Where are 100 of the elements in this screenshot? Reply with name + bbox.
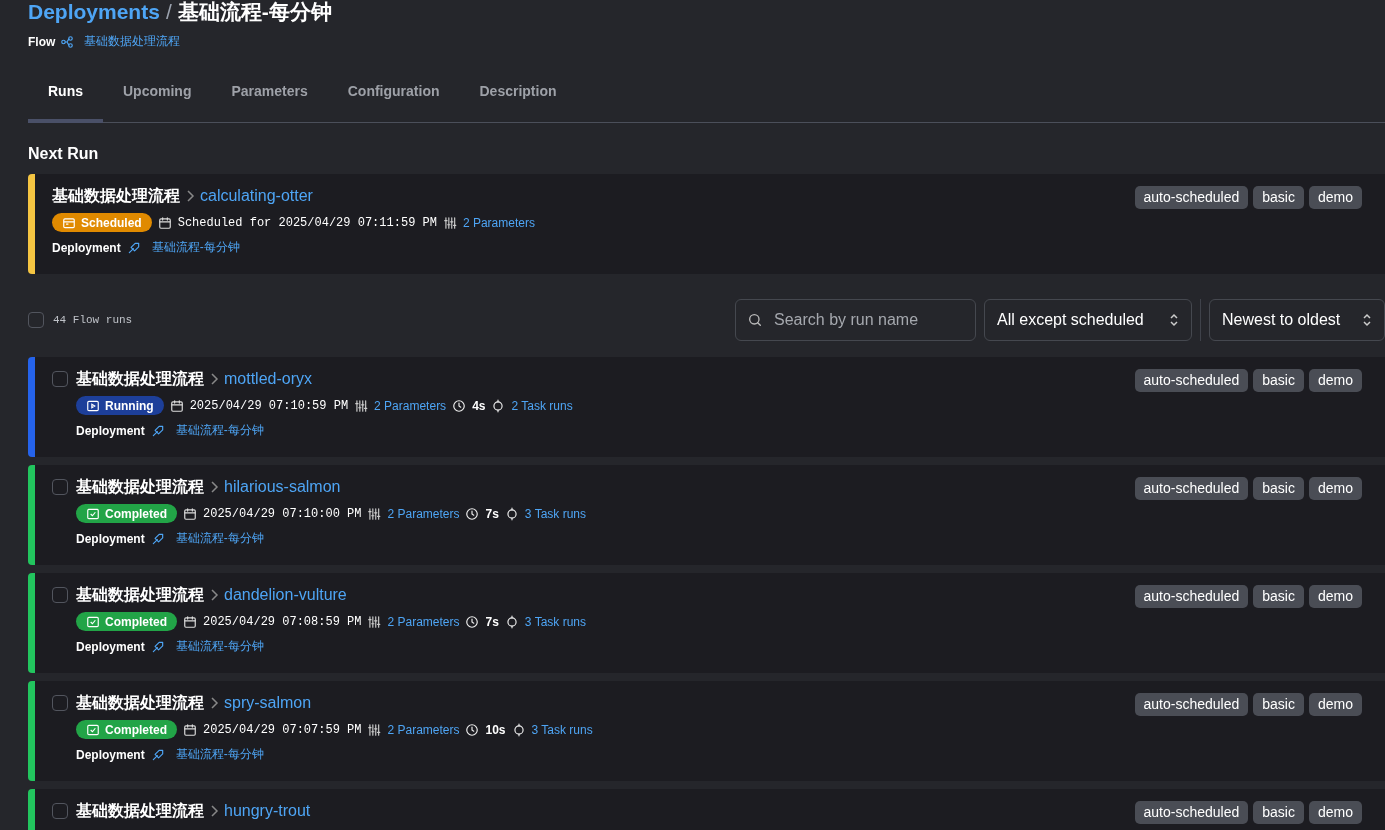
clock-icon — [452, 398, 467, 413]
chevron-icon — [208, 588, 220, 602]
clock-icon — [465, 506, 480, 521]
parameters-link[interactable]: 2 Parameters — [374, 398, 447, 413]
run-name-link[interactable]: calculating-otter — [200, 187, 313, 205]
tag: auto-scheduled — [1134, 369, 1249, 392]
tag: basic — [1253, 801, 1304, 824]
run-name-link[interactable]: mottled-oryx — [224, 370, 313, 388]
deployment-label: Deployment — [76, 639, 145, 654]
flow-name: 基础数据处理流程 — [52, 185, 180, 206]
flow-link[interactable]: 基础数据处理流程 — [84, 33, 181, 50]
run-time: 2025/04/29 07:08:59 PM — [203, 614, 362, 629]
run-name-link[interactable]: hungry-trout — [224, 802, 311, 820]
tag: auto-scheduled — [1134, 585, 1249, 608]
calendar-icon — [183, 722, 197, 737]
state-badge: Completed — [76, 504, 177, 523]
calendar-icon — [157, 215, 172, 230]
section-heading: Next Run — [28, 145, 100, 163]
deployment-link[interactable]: 基础流程-每分钟 — [175, 530, 264, 547]
sliders-icon — [442, 215, 457, 230]
task-runs-link[interactable]: 3 Task runs — [524, 614, 586, 629]
tag: demo — [1308, 693, 1362, 716]
checkbox[interactable] — [52, 803, 68, 819]
duration: 10s — [485, 722, 506, 737]
select-all-checkbox[interactable] — [28, 312, 44, 328]
tag: basic — [1253, 369, 1304, 392]
deployment-link[interactable]: 基础流程-每分钟 — [175, 746, 264, 763]
run-time: 2025/04/29 07:07:59 PM — [203, 722, 362, 737]
deployment-label: Deployment — [76, 423, 145, 438]
tag: demo — [1308, 186, 1362, 209]
tag: auto-scheduled — [1134, 477, 1249, 500]
sliders-icon — [367, 506, 382, 521]
deployment-label: Deployment — [76, 747, 145, 762]
parameters-link[interactable]: 2 Parameters — [462, 215, 535, 230]
tab[interactable]: Upcoming — [103, 75, 212, 123]
check-icon — [86, 614, 100, 629]
breadcrumb-separator: / — [165, 0, 172, 24]
task-runs-link[interactable]: 3 Task runs — [524, 506, 586, 521]
parameters-link[interactable]: 2 Parameters — [387, 614, 460, 629]
deployment-link[interactable]: 基础流程-每分钟 — [175, 422, 264, 439]
duration: 7s — [485, 506, 499, 521]
run-time: 2025/04/29 07:10:59 PM — [189, 398, 349, 413]
checkbox[interactable] — [52, 695, 68, 711]
tag: basic — [1253, 693, 1304, 716]
tag: auto-scheduled — [1134, 801, 1249, 824]
parameters-link[interactable]: 2 Parameters — [387, 506, 460, 521]
deployment-label: Deployment — [52, 240, 121, 255]
search-field[interactable]: Search by run name — [735, 299, 976, 341]
tag: basic — [1253, 186, 1304, 209]
flow-label: Flow — [28, 34, 56, 49]
sort-select[interactable]: Newest to oldest — [1209, 299, 1385, 341]
task-icon — [504, 614, 519, 629]
updown-icon — [1169, 313, 1179, 327]
tab[interactable]: Configuration — [327, 75, 460, 123]
task-icon — [491, 398, 506, 413]
chevron-icon — [208, 372, 220, 386]
schedule-icon — [62, 215, 76, 230]
check-icon — [86, 506, 100, 521]
tag: auto-scheduled — [1134, 186, 1249, 209]
run-name-link[interactable]: hilarious-salmon — [224, 478, 341, 496]
tag: demo — [1308, 585, 1362, 608]
flow-name: 基础数据处理流程 — [76, 476, 204, 497]
duration: 7s — [485, 614, 499, 629]
state-badge: Scheduled — [52, 213, 152, 232]
checkbox[interactable] — [52, 371, 68, 387]
task-icon — [504, 506, 519, 521]
updown-icon — [1362, 313, 1372, 327]
checkbox[interactable] — [52, 479, 68, 495]
chevron-icon — [208, 696, 220, 710]
search-icon — [747, 312, 763, 328]
tag: basic — [1253, 585, 1304, 608]
run-name-link[interactable]: spry-salmon — [224, 694, 312, 712]
deployment-link[interactable]: 基础流程-每分钟 — [175, 638, 264, 655]
task-runs-link[interactable]: 3 Task runs — [531, 722, 593, 737]
chevron-icon — [208, 480, 220, 494]
state-filter-select[interactable]: All except scheduled — [984, 299, 1192, 341]
tab[interactable]: Description — [459, 75, 577, 123]
task-icon — [511, 722, 526, 737]
duration: 4s — [472, 398, 486, 413]
clock-icon — [465, 614, 480, 629]
task-runs-link[interactable]: 2 Task runs — [511, 398, 573, 413]
tag: auto-scheduled — [1134, 693, 1249, 716]
state-badge: Completed — [76, 612, 177, 631]
sliders-icon — [367, 722, 382, 737]
checkbox[interactable] — [52, 587, 68, 603]
tab[interactable]: Parameters — [211, 75, 328, 123]
clock-icon — [465, 722, 480, 737]
deployment-link[interactable]: 基础流程-每分钟 — [151, 239, 240, 256]
deployments-link[interactable]: Deployments — [28, 0, 160, 24]
flow-name: 基础数据处理流程 — [76, 800, 204, 821]
sliders-icon — [354, 398, 369, 413]
tab[interactable]: Runs — [28, 75, 103, 123]
run-name-link[interactable]: dandelion-vulture — [224, 586, 347, 604]
tag: basic — [1253, 477, 1304, 500]
page-title: 基础流程-每分钟 — [177, 0, 332, 24]
chevron-icon — [184, 189, 196, 203]
run-time: 2025/04/29 07:10:00 PM — [203, 506, 362, 521]
check-icon — [86, 722, 100, 737]
flow-name: 基础数据处理流程 — [76, 692, 204, 713]
parameters-link[interactable]: 2 Parameters — [387, 722, 460, 737]
